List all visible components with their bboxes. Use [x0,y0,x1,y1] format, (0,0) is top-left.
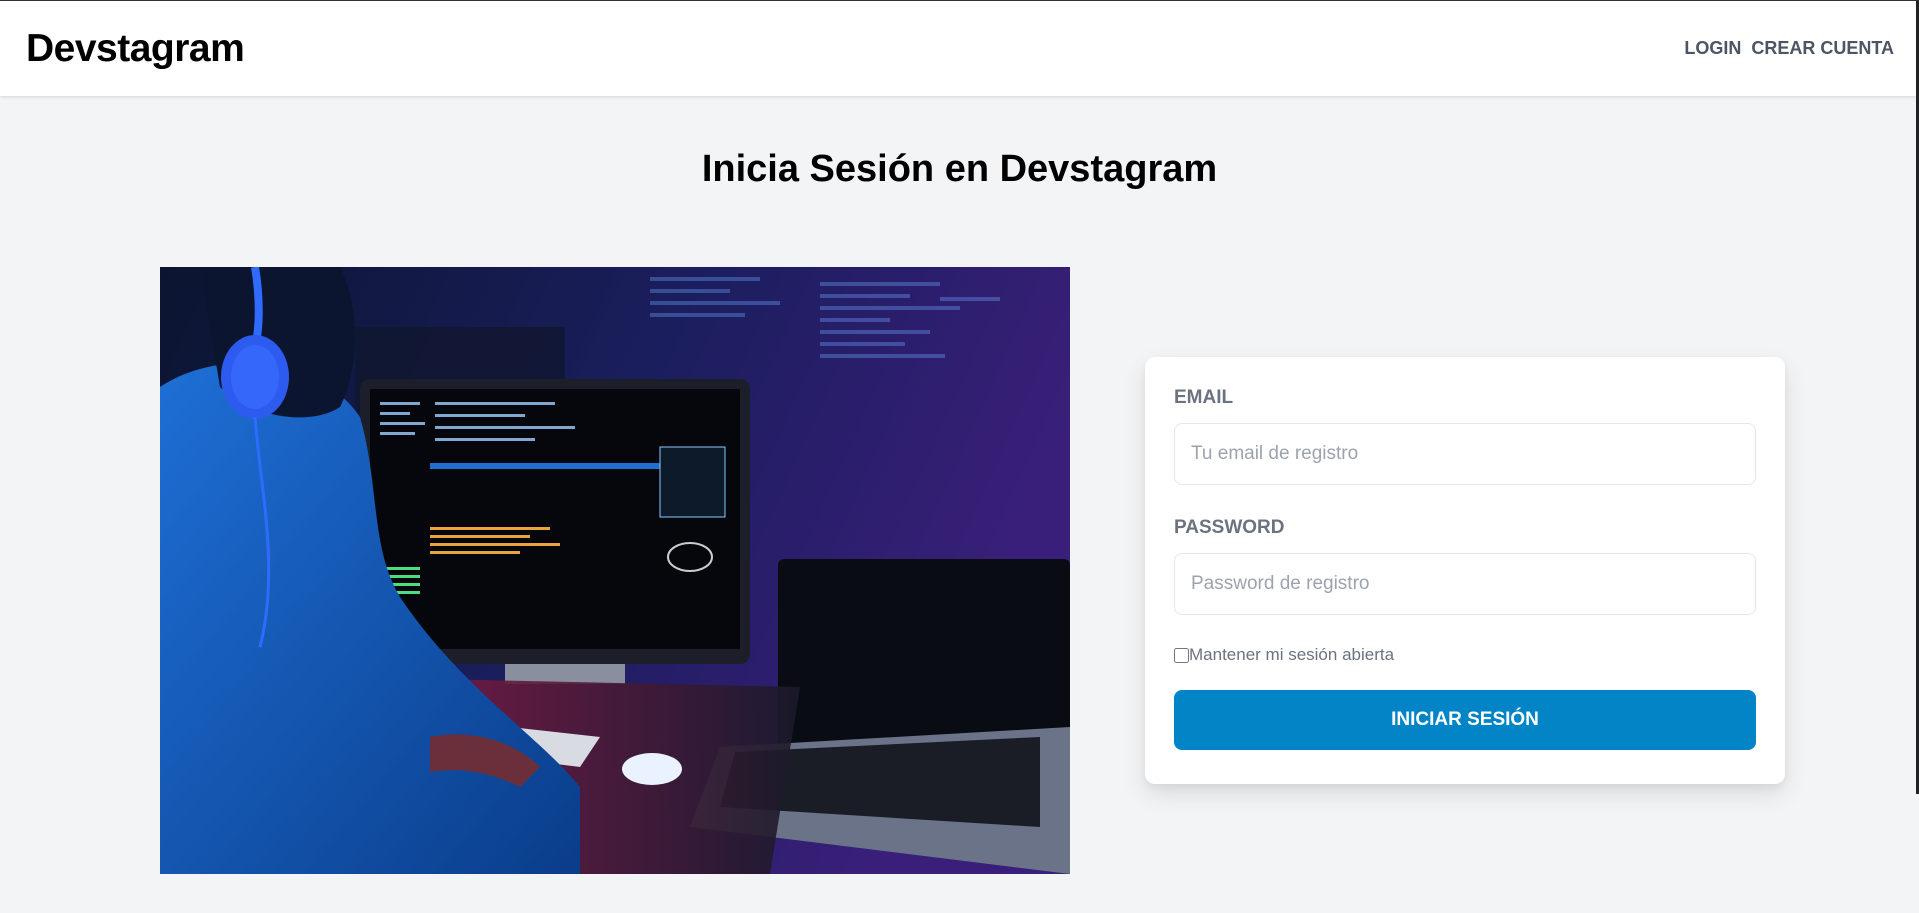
password-field-group: Password [1174,517,1756,615]
page-title: Inicia Sesión en Devstagram [701,148,1218,190]
brand-logo[interactable]: Devstagram [26,27,245,71]
email-field-group: Email [1174,387,1756,485]
hero-image [160,267,1070,874]
email-field[interactable] [1174,423,1756,485]
email-label: Email [1174,387,1234,408]
developer-photo-icon [160,267,1070,874]
remember-row: Mantener mi sesión abierta [1174,645,1756,665]
login-link[interactable]: Login [1684,38,1741,59]
main-nav: Login Crear Cuenta [1684,38,1894,59]
remember-label[interactable]: Mantener mi sesión abierta [1189,645,1394,665]
password-label: Password [1174,517,1285,538]
login-submit-button[interactable]: Iniciar Sesión [1174,690,1756,750]
register-link[interactable]: Crear Cuenta [1751,38,1894,59]
password-field[interactable] [1174,553,1756,615]
remember-checkbox[interactable] [1174,647,1189,663]
login-card: Email Password Mantener mi sesión abiert… [1145,357,1785,784]
site-header: Devstagram Login Crear Cuenta [0,1,1916,96]
